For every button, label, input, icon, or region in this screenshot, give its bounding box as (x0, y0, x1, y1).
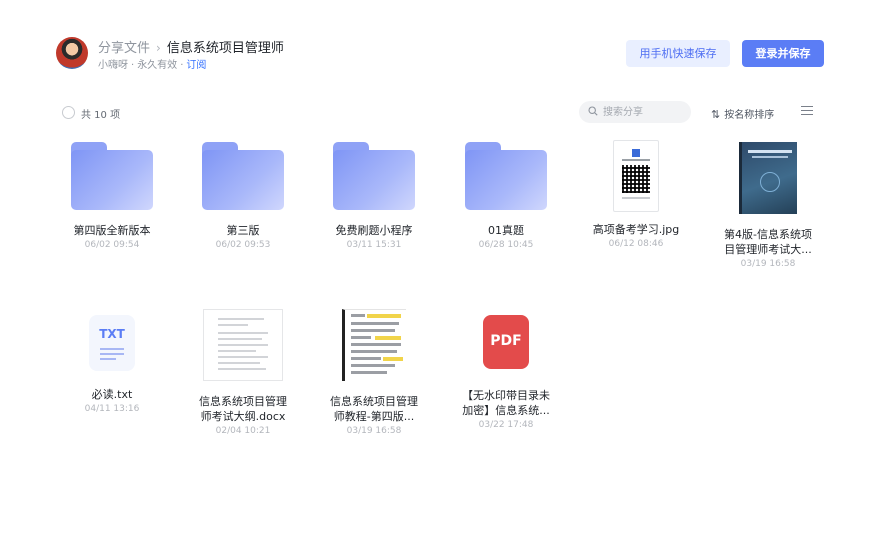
breadcrumb-parent-link[interactable]: 分享文件 (98, 41, 150, 56)
file-date: 06/28 10:45 (478, 240, 534, 250)
file-item[interactable]: 信息系统项目管理 师教程-第四版... 03/19 16:58 (314, 309, 434, 436)
file-name: 【无水印带目录未 (462, 389, 550, 402)
sort-button[interactable]: ⇅ 按名称排序 (711, 106, 774, 121)
list-view-icon[interactable] (801, 106, 813, 116)
document-thumbnail (203, 309, 283, 381)
folder-icon (465, 142, 547, 210)
file-name: 必读.txt (91, 388, 133, 401)
file-date: 03/19 16:58 (346, 426, 402, 436)
file-name: 高项备考学习.jpg (592, 223, 680, 236)
image-thumbnail (739, 142, 797, 214)
breadcrumb-separator-icon: › (156, 41, 161, 55)
share-meta: 小嗨呀 · 永久有效 · 订阅 (98, 56, 206, 71)
txt-file-icon: TXT (89, 315, 135, 371)
breadcrumb: 分享文件 › 信息系统项目管理师 (98, 37, 284, 56)
file-name-line2: 目管理师考试大... (724, 243, 812, 256)
sort-icon: ⇅ (711, 108, 721, 121)
file-item[interactable]: PDF 【无水印带目录未 加密】信息系统... 03/22 17:48 (446, 315, 566, 430)
subscribe-link[interactable]: 订阅 (186, 60, 206, 71)
meta-separator: · (180, 60, 184, 71)
folder-icon (202, 142, 284, 210)
file-item[interactable]: 第四版全新版本 06/02 09:54 (52, 142, 172, 250)
meta-separator: · (131, 60, 135, 71)
sort-label: 按名称排序 (724, 110, 775, 121)
file-date: 03/22 17:48 (478, 420, 534, 430)
share-page: 分享文件 › 信息系统项目管理师 小嗨呀 · 永久有效 · 订阅 用手机快速保存 登录并保存… (0, 0, 888, 538)
file-date: 03/11 15:31 (346, 240, 402, 250)
file-name-line2: 加密】信息系统... (462, 404, 550, 417)
file-item[interactable]: TXT 必读.txt 04/11 13:16 (52, 315, 172, 414)
pdf-icon-label: PDF (490, 333, 522, 349)
avatar[interactable] (56, 37, 88, 69)
file-name: 第四版全新版本 (73, 224, 151, 237)
file-date: 03/19 16:58 (740, 259, 796, 269)
search-icon (588, 106, 598, 116)
file-date: 06/02 09:54 (84, 240, 140, 250)
qr-code-icon (622, 165, 650, 193)
select-all-checkbox[interactable] (62, 106, 75, 119)
file-item[interactable]: 高项备考学习.jpg 06/12 08:46 (576, 140, 696, 249)
file-item[interactable]: 第三版 06/02 09:53 (183, 142, 303, 250)
document-thumbnail (342, 309, 406, 381)
file-name: 第4版-信息系统项 (724, 228, 812, 241)
file-item[interactable]: 信息系统项目管理 师考试大纲.docx 02/04 10:21 (183, 309, 303, 436)
file-item[interactable]: 第4版-信息系统项 目管理师考试大... 03/19 16:58 (708, 142, 828, 269)
file-item[interactable]: 免费刷题小程序 03/11 15:31 (314, 142, 434, 250)
file-name: 信息系统项目管理 (330, 395, 418, 408)
validity-label: 永久有效 (137, 60, 178, 71)
file-name: 第三版 (226, 224, 260, 237)
login-and-save-button[interactable]: 登录并保存 (742, 40, 824, 67)
file-name-line2: 师考试大纲.docx (200, 410, 286, 423)
file-date: 06/02 09:53 (215, 240, 271, 250)
search-box[interactable] (579, 101, 691, 123)
file-name: 信息系统项目管理 (199, 395, 287, 408)
folder-icon (333, 142, 415, 210)
folder-icon (71, 142, 153, 210)
file-date: 06/12 08:46 (608, 239, 664, 249)
file-name: 免费刷题小程序 (335, 224, 413, 237)
file-date: 02/04 10:21 (215, 426, 271, 436)
file-date: 04/11 13:16 (84, 404, 140, 414)
file-name-line2: 师教程-第四版... (333, 410, 415, 423)
item-count: 共 10 项 (81, 110, 121, 121)
file-name: 01真题 (488, 224, 524, 237)
pdf-file-icon: PDF (483, 315, 529, 369)
image-thumbnail (613, 140, 659, 212)
owner-name[interactable]: 小嗨呀 (98, 60, 128, 71)
page-title: 信息系统项目管理师 (166, 41, 284, 56)
file-item[interactable]: 01真题 06/28 10:45 (446, 142, 566, 250)
save-with-phone-button[interactable]: 用手机快速保存 (626, 40, 730, 67)
search-input[interactable] (603, 104, 685, 120)
txt-icon-label: TXT (99, 327, 125, 341)
